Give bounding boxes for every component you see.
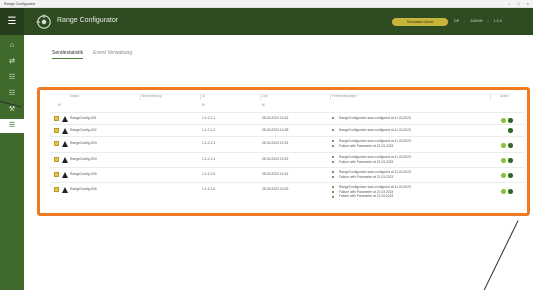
minimize-icon[interactable]: –: [508, 1, 510, 6]
edit-action-icon[interactable]: [501, 173, 506, 178]
row-message: Failure with Parameter at 21.03.2023: [332, 175, 411, 180]
window-title: Range Configurator: [4, 1, 36, 6]
row-name: RangeConfig-005: [70, 172, 97, 176]
row-id: 1.1.2.1.2: [202, 128, 216, 132]
info-action-icon[interactable]: [508, 173, 513, 178]
warning-icon: [62, 127, 68, 134]
row-name: RangeConfig-003: [70, 141, 97, 145]
status-badge[interactable]: Simulation Mode: [392, 18, 448, 26]
col-aktion[interactable]: Aktion: [500, 94, 509, 98]
row-time: 28.03.2023 10:31: [262, 141, 289, 145]
row-checkbox[interactable]: [54, 172, 59, 177]
warning-icon: [62, 186, 68, 193]
app-title: Range Configurator: [57, 17, 119, 24]
row-checkbox[interactable]: [54, 187, 59, 192]
close-icon[interactable]: ×: [527, 1, 529, 6]
header-user-area: DE | ADMIN | 1.0.0: [454, 19, 502, 23]
filter-zeit[interactable]: N: [262, 103, 264, 107]
row-messages: RangeConfigurator was configured at 11.0…: [332, 155, 411, 164]
archive-icon[interactable]: ☰: [0, 119, 24, 133]
table-row[interactable]: RangeConfig-002 1.1.2.1.2 28.03.2023 10:…: [50, 124, 524, 136]
row-id: 1.1.2.1.5: [202, 172, 216, 176]
filter-status[interactable]: N: [58, 103, 60, 107]
row-message: RangeConfigurator was configured at 11.0…: [332, 128, 411, 133]
home-icon[interactable]: ⌂: [0, 39, 24, 53]
row-id: 1.1.2.1.4: [202, 157, 216, 161]
sidebar: ⌂ ⇄ ☷ ☷ ⚒ ☰: [0, 35, 24, 290]
warning-icon: [62, 171, 68, 178]
row-name: RangeConfig-004: [70, 157, 97, 161]
row-time: 28.03.2023 10:14: [262, 172, 289, 176]
app-header: ☰ Range Configurator Simulation Mode DE …: [0, 8, 533, 35]
row-messages: RangeConfigurator was configured at 11.0…: [332, 185, 411, 199]
table-row[interactable]: RangeConfig-005 1.1.2.1.5 28.03.2023 10:…: [50, 167, 524, 182]
row-name: RangeConfig-001: [70, 116, 97, 120]
edit-action-icon[interactable]: [501, 143, 506, 148]
table-row[interactable]: RangeConfig-004 1.1.2.1.4 28.03.2023 10:…: [50, 152, 524, 167]
info-action-icon[interactable]: [508, 128, 513, 133]
hamburger-menu-icon[interactable]: ☰: [0, 8, 24, 35]
col-id[interactable]: ID: [202, 94, 205, 98]
row-message: Failure with Parameter at 21.03.2023: [332, 144, 411, 149]
grid-icon[interactable]: ☷: [0, 87, 24, 101]
tab-bar: Sendestatistik Event Verwaltung: [52, 50, 132, 59]
row-messages: RangeConfigurator was configured at 11.0…: [332, 139, 411, 148]
edit-action-icon[interactable]: [501, 189, 506, 194]
row-message: RangeConfigurator was configured at 11.0…: [332, 116, 411, 121]
row-checkbox[interactable]: [54, 157, 59, 162]
user-name[interactable]: ADMIN: [470, 19, 482, 23]
row-messages: RangeConfigurator was configured at 11.0…: [332, 170, 411, 179]
warning-icon: [62, 156, 68, 163]
col-zeit[interactable]: Zeit: [262, 94, 267, 98]
version-label: 1.0.0: [493, 19, 502, 23]
table-header: Status Beschreibung ID Zeit Fehlermeldun…: [50, 94, 524, 100]
edit-action-icon[interactable]: [501, 118, 506, 123]
table-filter-row: N N N: [50, 103, 524, 109]
maximize-icon[interactable]: □: [517, 1, 519, 6]
window-controls: – □ ×: [508, 1, 529, 6]
table-row[interactable]: RangeConfig-006 1.1.2.1.6 28.03.2023 10:…: [50, 182, 524, 202]
document-icon[interactable]: ☷: [0, 71, 24, 85]
col-beschreibung[interactable]: Beschreibung: [142, 94, 162, 98]
row-checkbox[interactable]: [54, 128, 59, 133]
row-checkbox[interactable]: [54, 141, 59, 146]
row-messages: RangeConfigurator was configured at 11.0…: [332, 128, 411, 133]
info-action-icon[interactable]: [508, 143, 513, 148]
col-status[interactable]: Status: [70, 94, 79, 98]
swap-icon[interactable]: ⇄: [0, 55, 24, 69]
info-action-icon[interactable]: [508, 118, 513, 123]
row-id: 1.1.2.1.3: [202, 141, 216, 145]
edit-action-icon[interactable]: [501, 158, 506, 163]
warning-icon: [62, 140, 68, 147]
row-time: 28.03.2023 10:42: [262, 116, 289, 120]
row-time: 28.03.2023 10:22: [262, 157, 289, 161]
tab-event-verwaltung[interactable]: Event Verwaltung: [93, 50, 132, 59]
warning-icon: [62, 115, 68, 122]
tab-sendestatistik[interactable]: Sendestatistik: [52, 50, 84, 59]
table-row[interactable]: RangeConfig-003 1.1.2.1.3 28.03.2023 10:…: [50, 136, 524, 152]
row-name: RangeConfig-002: [70, 128, 97, 132]
filter-id[interactable]: N: [202, 103, 204, 107]
row-name: RangeConfig-006: [70, 187, 97, 191]
window-titlebar: Range Configurator – □ ×: [0, 0, 533, 8]
annotation-arrow-right: [483, 220, 519, 290]
app-logo-icon: [36, 14, 51, 29]
info-action-icon[interactable]: [508, 158, 513, 163]
language-selector[interactable]: DE: [454, 19, 459, 23]
row-time: 28.03.2023 10:03: [262, 187, 289, 191]
row-messages: RangeConfigurator was configured at 11.0…: [332, 116, 411, 121]
row-message: Failure with Parameter at 21.03.2023: [332, 194, 411, 199]
table-row[interactable]: RangeConfig-001 1.1.2.1.1 28.03.2023 10:…: [50, 112, 524, 124]
row-id: 1.1.2.1.6: [202, 187, 216, 191]
row-id: 1.1.2.1.1: [202, 116, 216, 120]
info-action-icon[interactable]: [508, 189, 513, 194]
col-fehlermeldungen[interactable]: Fehlermeldungen: [332, 94, 357, 98]
row-time: 28.03.2023 10:38: [262, 128, 289, 132]
row-checkbox[interactable]: [54, 116, 59, 121]
row-message: Failure with Parameter at 21.03.2023: [332, 160, 411, 165]
